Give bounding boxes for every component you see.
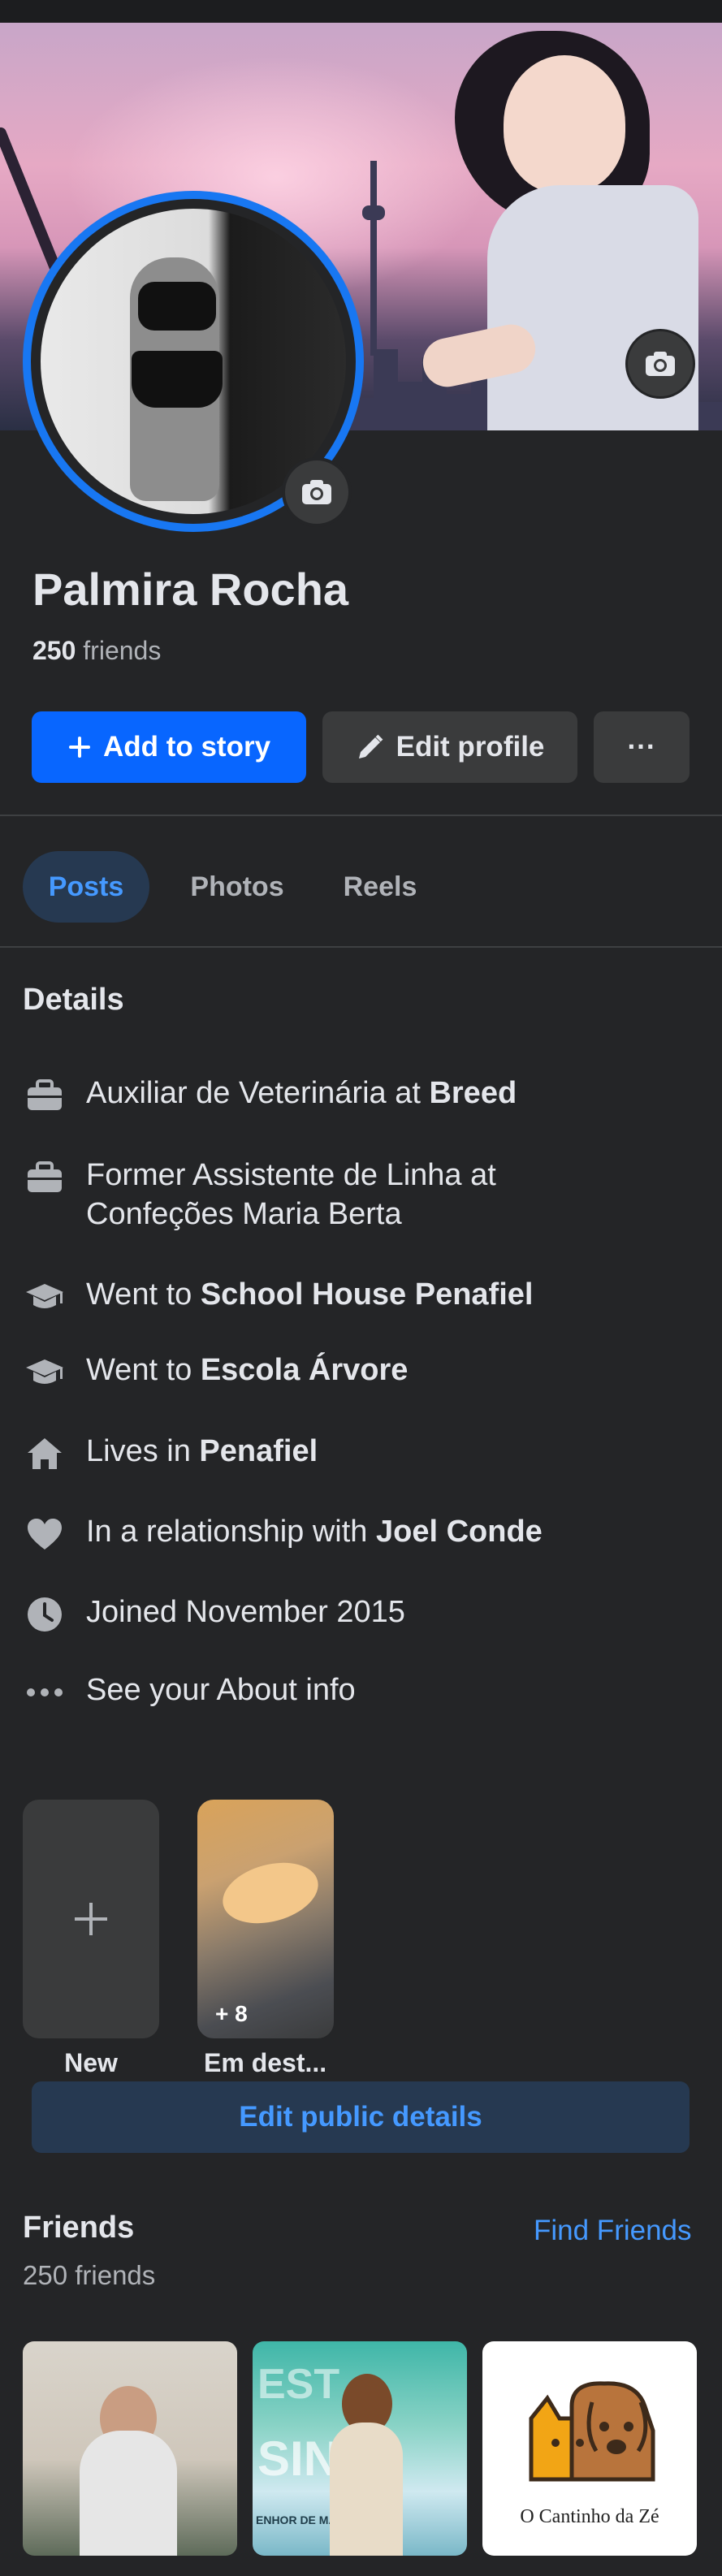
briefcase-icon <box>23 1156 67 1199</box>
more-dots-icon <box>23 1671 67 1714</box>
graduation-cap-icon <box>23 1351 67 1394</box>
banner-text: EST <box>257 2361 339 2408</box>
edit-profile-label: Edit profile <box>396 731 545 763</box>
new-highlight-button[interactable] <box>23 1800 159 2038</box>
detail-text: Auxiliar de Veterinária at Breed <box>86 1074 517 1113</box>
status-bar <box>0 0 722 23</box>
detail-text: Went to School House Penafiel <box>86 1275 533 1314</box>
detail-item-joined: Joined November 2015 <box>23 1593 705 1636</box>
tab-reels[interactable]: Reels <box>323 851 437 923</box>
detail-text: Joined November 2015 <box>86 1595 405 1629</box>
detail-text: Went to Escola Árvore <box>86 1351 408 1390</box>
add-to-story-button[interactable]: Add to story <box>32 711 306 783</box>
detail-item-relationship: In a relationship with Joel Conde <box>23 1512 705 1556</box>
detail-text-pre: In a relationship with <box>86 1515 376 1549</box>
friend-card[interactable] <box>23 2341 237 2556</box>
highlight-count: + 8 <box>215 2001 248 2026</box>
page-logo-text: O Cantinho da Zé <box>520 2506 659 2527</box>
detail-text: Lives in Penafiel <box>86 1432 318 1471</box>
edit-cover-camera-button[interactable] <box>625 329 695 399</box>
detail-text-pre: Went to <box>86 1353 201 1387</box>
tab-photos[interactable]: Photos <box>172 851 302 923</box>
pencil-icon <box>356 733 385 762</box>
edit-public-details-button[interactable]: Edit public details <box>32 2081 690 2153</box>
clock-icon <box>23 1593 67 1636</box>
detail-link-school[interactable]: Escola Árvore <box>201 1353 409 1387</box>
briefcase-icon <box>23 1074 67 1117</box>
graduation-cap-icon <box>23 1275 67 1319</box>
featured-highlight-label: Em dest... <box>204 2048 327 2077</box>
tab-posts[interactable]: Posts <box>23 851 149 923</box>
friends-count-label: friends <box>76 636 162 665</box>
divider <box>0 815 722 816</box>
add-to-story-label: Add to story <box>102 731 271 763</box>
friend-card[interactable]: EST SINH ENHOR DE MATOSINHOS <box>253 2341 467 2556</box>
new-highlight-label: New <box>64 2048 118 2077</box>
camera-icon <box>646 352 675 376</box>
more-options-label: ··· <box>627 731 656 763</box>
plus-icon <box>67 735 92 759</box>
detail-item-lives-in: Lives in Penafiel <box>23 1432 705 1476</box>
detail-item-school-2: Went to Escola Árvore <box>23 1351 705 1394</box>
detail-text-pre: Auxiliar de Veterinária at <box>86 1076 430 1110</box>
page-logo <box>529 2381 655 2482</box>
detail-text: In a relationship with Joel Conde <box>86 1512 543 1551</box>
detail-text: Former Assistente de Linha at Confeções … <box>86 1158 496 1231</box>
friends-count-number: 250 <box>32 636 76 665</box>
detail-item-school-1: Went to School House Penafiel <box>23 1275 705 1319</box>
detail-text-pre: Went to <box>86 1277 201 1312</box>
detail-link-city[interactable]: Penafiel <box>199 1434 318 1468</box>
detail-text: See your About info <box>86 1673 356 1707</box>
detail-link-employer[interactable]: Breed <box>429 1076 517 1110</box>
camera-icon <box>302 480 331 504</box>
more-options-button[interactable]: ··· <box>594 711 690 783</box>
divider <box>0 946 722 948</box>
detail-text-pre: Lives in <box>86 1434 200 1468</box>
featured-highlight[interactable]: + 8 <box>197 1800 334 2038</box>
detail-item-work: Auxiliar de Veterinária at Breed <box>23 1074 705 1117</box>
details-title: Details <box>23 983 124 1017</box>
detail-item-former-work: Former Assistente de Linha at Confeções … <box>23 1156 705 1234</box>
detail-link-school[interactable]: School House Penafiel <box>201 1277 534 1312</box>
friends-title: Friends <box>23 2211 135 2245</box>
edit-profile-button[interactable]: Edit profile <box>322 711 577 783</box>
friends-subtitle: 250 friends <box>23 2260 156 2290</box>
plus-icon <box>75 1903 107 1935</box>
find-friends-link[interactable]: Find Friends <box>534 2215 692 2247</box>
profile-friends-count[interactable]: 250 friends <box>32 636 161 666</box>
friend-card[interactable]: O Cantinho da Zé <box>482 2341 697 2556</box>
heart-icon <box>23 1512 67 1556</box>
home-icon <box>23 1432 67 1476</box>
detail-link-partner[interactable]: Joel Conde <box>376 1515 543 1549</box>
profile-name: Palmira Rocha <box>32 564 349 615</box>
edit-profile-picture-button[interactable] <box>282 457 352 527</box>
see-about-info-link[interactable]: See your About info <box>23 1671 705 1714</box>
